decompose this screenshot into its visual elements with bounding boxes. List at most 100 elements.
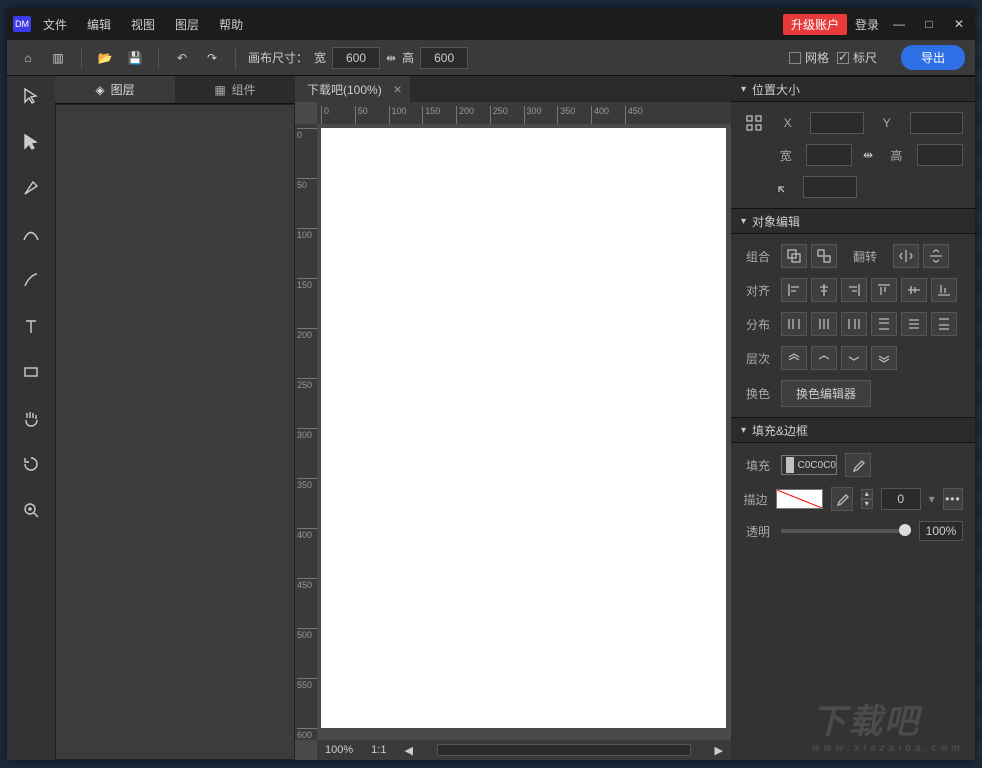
menu-help[interactable]: 帮助 — [219, 16, 243, 33]
close-tab-icon[interactable]: × — [394, 81, 402, 97]
brush-tool[interactable] — [17, 266, 45, 294]
scroll-right-icon[interactable]: ▶ — [715, 744, 723, 757]
stroke-width-spinner[interactable]: ▴▾ — [861, 489, 873, 509]
stroke-eyedropper-button[interactable] — [831, 487, 853, 511]
dist-hcenter-button[interactable] — [811, 312, 837, 336]
ungroup-button[interactable] — [811, 244, 837, 268]
tab-layers[interactable]: ◈ 图层 — [55, 76, 175, 103]
section-position-size[interactable]: 位置大小 — [731, 76, 975, 102]
ratio-value[interactable]: 1:1 — [371, 744, 386, 756]
group-label: 组合 — [743, 248, 773, 265]
bring-forward-button[interactable] — [811, 346, 837, 370]
rotation-icon — [773, 176, 795, 198]
bring-front-button[interactable] — [781, 346, 807, 370]
section-fill-stroke[interactable]: 填充&边框 — [731, 417, 975, 443]
upgrade-button[interactable]: 升级账户 — [783, 14, 847, 35]
rectangle-tool[interactable] — [17, 358, 45, 386]
right-panel: 位置大小 X Y 宽 ⇹ 高 对象编辑 组合 — [731, 76, 975, 760]
stroke-swatch[interactable] — [776, 489, 823, 509]
save-icon[interactable]: 💾 — [124, 47, 146, 69]
menu-view[interactable]: 视图 — [131, 16, 155, 33]
canvas-size-group: 画布尺寸： 宽 ⇹ 高 — [248, 47, 468, 69]
export-button[interactable]: 导出 — [901, 45, 965, 70]
zoom-value[interactable]: 100% — [325, 744, 353, 756]
flip-h-button[interactable] — [893, 244, 919, 268]
h-label: 高 — [884, 147, 909, 164]
menu-layer[interactable]: 图层 — [175, 16, 199, 33]
dist-right-button[interactable] — [841, 312, 867, 336]
menu-file[interactable]: 文件 — [43, 16, 67, 33]
flip-v-button[interactable] — [923, 244, 949, 268]
y-label: Y — [872, 116, 902, 130]
distribute-label: 分布 — [743, 316, 773, 333]
canvas-wrap[interactable] — [317, 124, 731, 740]
grid-checkbox[interactable]: 网格 — [789, 49, 829, 66]
section-object-edit[interactable]: 对象编辑 — [731, 208, 975, 234]
direct-select-tool[interactable] — [17, 128, 45, 156]
dist-vcenter-button[interactable] — [901, 312, 927, 336]
h-input[interactable] — [917, 144, 963, 166]
transform-origin-icon[interactable] — [743, 112, 765, 134]
flip-label: 翻转 — [845, 248, 885, 265]
dist-top-button[interactable] — [871, 312, 897, 336]
opacity-value[interactable]: 100% — [919, 521, 963, 541]
login-button[interactable]: 登录 — [855, 16, 879, 33]
opacity-slider[interactable] — [781, 529, 911, 533]
rotate-tool[interactable] — [17, 450, 45, 478]
home-icon[interactable]: ⌂ — [17, 47, 39, 69]
text-tool[interactable] — [17, 312, 45, 340]
canvas[interactable] — [321, 128, 726, 728]
recolor-editor-button[interactable]: 换色编辑器 — [781, 380, 871, 407]
new-file-icon[interactable]: ▥ — [47, 47, 69, 69]
send-backward-button[interactable] — [841, 346, 867, 370]
fill-eyedropper-button[interactable] — [845, 453, 871, 477]
stroke-width-input[interactable] — [881, 488, 921, 510]
dist-bottom-button[interactable] — [931, 312, 957, 336]
align-left-button[interactable] — [781, 278, 807, 302]
ruler-checkbox[interactable]: 标尺 — [837, 49, 877, 66]
align-hcenter-button[interactable] — [811, 278, 837, 302]
dist-left-button[interactable] — [781, 312, 807, 336]
menu-edit[interactable]: 编辑 — [87, 16, 111, 33]
x-input[interactable] — [810, 112, 863, 134]
maximize-button[interactable]: □ — [919, 14, 939, 34]
rotation-input[interactable] — [803, 176, 857, 198]
height-input[interactable] — [420, 47, 468, 69]
send-back-button[interactable] — [871, 346, 897, 370]
align-top-button[interactable] — [871, 278, 897, 302]
tab-components-label: 组件 — [232, 81, 256, 98]
bezier-tool[interactable] — [17, 220, 45, 248]
hand-tool[interactable] — [17, 404, 45, 432]
w-input[interactable] — [806, 144, 852, 166]
redo-icon[interactable]: ↷ — [201, 47, 223, 69]
stroke-options-button[interactable]: ••• — [943, 488, 963, 510]
close-button[interactable]: ✕ — [949, 14, 969, 34]
pen-tool[interactable] — [17, 174, 45, 202]
align-right-button[interactable] — [841, 278, 867, 302]
section-fill-stroke-label: 填充&边框 — [752, 422, 808, 439]
minimize-button[interactable]: — — [889, 14, 909, 34]
zoom-tool[interactable] — [17, 496, 45, 524]
scroll-left-icon[interactable]: ◀ — [404, 744, 412, 757]
h-scrollbar[interactable] — [437, 744, 691, 756]
layers-panel-body[interactable] — [55, 104, 295, 760]
align-vcenter-button[interactable] — [901, 278, 927, 302]
open-icon[interactable]: 📂 — [94, 47, 116, 69]
tab-layers-label: 图层 — [111, 81, 135, 98]
document-tab[interactable]: 下载吧(100%) × — [295, 76, 410, 102]
select-tool[interactable] — [17, 82, 45, 110]
lock-aspect-icon[interactable]: ⇹ — [860, 148, 875, 162]
fill-swatch[interactable]: C0C0C0 — [781, 455, 837, 475]
align-bottom-button[interactable] — [931, 278, 957, 302]
link-dims-icon[interactable]: ⇹ — [386, 51, 396, 65]
group-button[interactable] — [781, 244, 807, 268]
y-input[interactable] — [910, 112, 963, 134]
x-label: X — [773, 116, 803, 130]
ruler-vertical: 050100150200250300350400450500550600 — [295, 124, 317, 740]
undo-icon[interactable]: ↶ — [171, 47, 193, 69]
tab-components[interactable]: ▦组件 — [175, 76, 295, 103]
section-position-size-label: 位置大小 — [752, 81, 800, 98]
layers-icon: ◈ — [95, 83, 104, 97]
width-input[interactable] — [332, 47, 380, 69]
canvas-size-label: 画布尺寸： — [248, 49, 308, 66]
